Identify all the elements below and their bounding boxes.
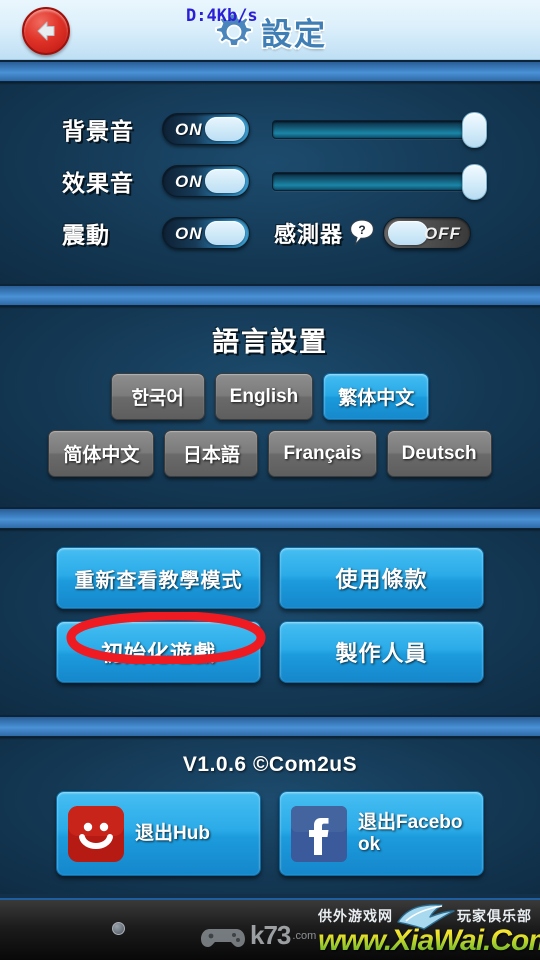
nav-home-dot[interactable] bbox=[112, 922, 125, 935]
bottom-navigation-bar: k73 .com 供外游戏网 玩家俱乐部 www.XiaWai.Com bbox=[0, 898, 540, 960]
language-row-2: 简体中文 日本語 Français Deutsch bbox=[0, 430, 540, 477]
sfx-row: 效果音 ON bbox=[0, 158, 540, 204]
watermark-left-text: 供外游戏网 bbox=[318, 908, 393, 924]
section-divider-top bbox=[0, 60, 540, 84]
bgm-label: 背景音 bbox=[62, 118, 134, 144]
bgm-volume-slider[interactable] bbox=[272, 112, 487, 148]
facebook-icon bbox=[291, 805, 347, 862]
k73-text: k73 bbox=[250, 920, 291, 950]
version-text: V1.0.6 ©Com2uS bbox=[182, 753, 358, 776]
bgm-toggle-knob[interactable] bbox=[205, 117, 245, 141]
language-button-english[interactable]: English bbox=[214, 373, 314, 420]
actions-row-2: 初始化遊戲 製作人員 bbox=[0, 621, 540, 683]
section-divider-actions bbox=[0, 507, 540, 531]
terms-of-use-button[interactable]: 使用條款 bbox=[279, 547, 484, 609]
section-divider-language bbox=[0, 284, 540, 308]
credits-button[interactable]: 製作人員 bbox=[279, 621, 484, 683]
watermark-right-text: 玩家俱乐部 bbox=[457, 908, 532, 924]
page-title: 設定 bbox=[261, 16, 327, 52]
actions-row-1: 重新查看教學模式 使用條款 bbox=[0, 547, 540, 609]
language-button-japanese[interactable]: 日本語 bbox=[164, 430, 259, 477]
reset-game-button[interactable]: 初始化遊戲 bbox=[56, 621, 261, 683]
logout-hub-label: 退出Hub bbox=[135, 822, 210, 844]
language-button-traditional-chinese[interactable]: 繁体中文 bbox=[323, 373, 430, 420]
sound-settings-panel: 背景音 ON 效果音 ON 震動 ON 感測器 ? OFF bbox=[0, 82, 540, 284]
settings-screen: 設定 D:4Kb/s 背景音 ON 效果音 ON 震動 ON 感測器 ? OFF… bbox=[0, 0, 540, 960]
bgm-toggle-state: ON bbox=[175, 120, 203, 139]
gamepad-icon bbox=[201, 928, 245, 947]
network-speed-indicator: D:4Kb/s bbox=[186, 6, 258, 26]
tutorial-button[interactable]: 重新查看教學模式 bbox=[56, 547, 261, 609]
bgm-toggle[interactable]: ON bbox=[162, 113, 250, 145]
watermark-url: www.XiaWai.Com bbox=[318, 924, 540, 958]
bgm-slider-track[interactable] bbox=[272, 120, 468, 139]
language-button-korean[interactable]: 한국어 bbox=[110, 373, 205, 420]
language-button-german[interactable]: Deutsch bbox=[386, 430, 492, 477]
language-button-simplified-chinese[interactable]: 简体中文 bbox=[48, 430, 155, 477]
actions-panel: 重新查看教學模式 使用條款 初始化遊戲 製作人員 bbox=[0, 529, 540, 715]
k73-watermark: k73 .com bbox=[200, 920, 316, 951]
sfx-toggle[interactable]: ON bbox=[162, 165, 250, 197]
svg-text:?: ? bbox=[358, 223, 365, 237]
sensor-label: 感測器 bbox=[274, 222, 344, 247]
hub-smiley-icon bbox=[68, 805, 124, 862]
app-header: 設定 D:4Kb/s bbox=[0, 0, 540, 60]
sfx-toggle-state: ON bbox=[175, 172, 203, 191]
account-panel: V1.0.6 ©Com2uS 退出Hub 退出Facebook bbox=[0, 737, 540, 894]
vibration-label: 震動 bbox=[62, 222, 110, 248]
language-settings-panel: 語言設置 한국어 English 繁体中文 简体中文 日本語 Français … bbox=[0, 306, 540, 507]
vibration-toggle[interactable]: ON bbox=[162, 217, 250, 249]
logout-hub-button[interactable]: 退出Hub bbox=[56, 791, 261, 876]
language-button-french[interactable]: Français bbox=[268, 430, 377, 477]
logout-facebook-label: 退出Facebook bbox=[358, 811, 463, 855]
question-help-icon[interactable]: ? bbox=[349, 219, 375, 247]
sensor-toggle-state: OFF bbox=[424, 224, 462, 243]
sfx-toggle-knob[interactable] bbox=[205, 169, 245, 193]
sensor-toggle-knob[interactable] bbox=[388, 221, 429, 245]
account-buttons-row: 退出Hub 退出Facebook bbox=[0, 791, 540, 876]
sfx-label: 效果音 bbox=[62, 170, 134, 196]
vibration-toggle-knob[interactable] bbox=[205, 221, 245, 245]
bgm-row: 背景音 ON bbox=[0, 106, 540, 152]
vibration-row: 震動 ON 感測器 ? OFF bbox=[0, 210, 540, 256]
sfx-slider-thumb[interactable] bbox=[462, 164, 487, 200]
language-row-1: 한국어 English 繁体中文 bbox=[0, 373, 540, 420]
k73-sub-text: .com bbox=[292, 929, 317, 942]
vibration-toggle-state: ON bbox=[175, 224, 203, 243]
sensor-group: 感測器 ? OFF bbox=[274, 217, 472, 249]
logout-facebook-button[interactable]: 退出Facebook bbox=[279, 791, 484, 876]
bgm-slider-thumb[interactable] bbox=[462, 112, 487, 148]
sensor-toggle[interactable]: OFF bbox=[383, 217, 472, 249]
sfx-slider-track[interactable] bbox=[272, 172, 468, 191]
header-title-group: 設定 bbox=[0, 0, 540, 60]
section-divider-account bbox=[0, 715, 540, 739]
sfx-volume-slider[interactable] bbox=[272, 164, 487, 200]
language-section-title: 語言設置 bbox=[212, 327, 328, 357]
